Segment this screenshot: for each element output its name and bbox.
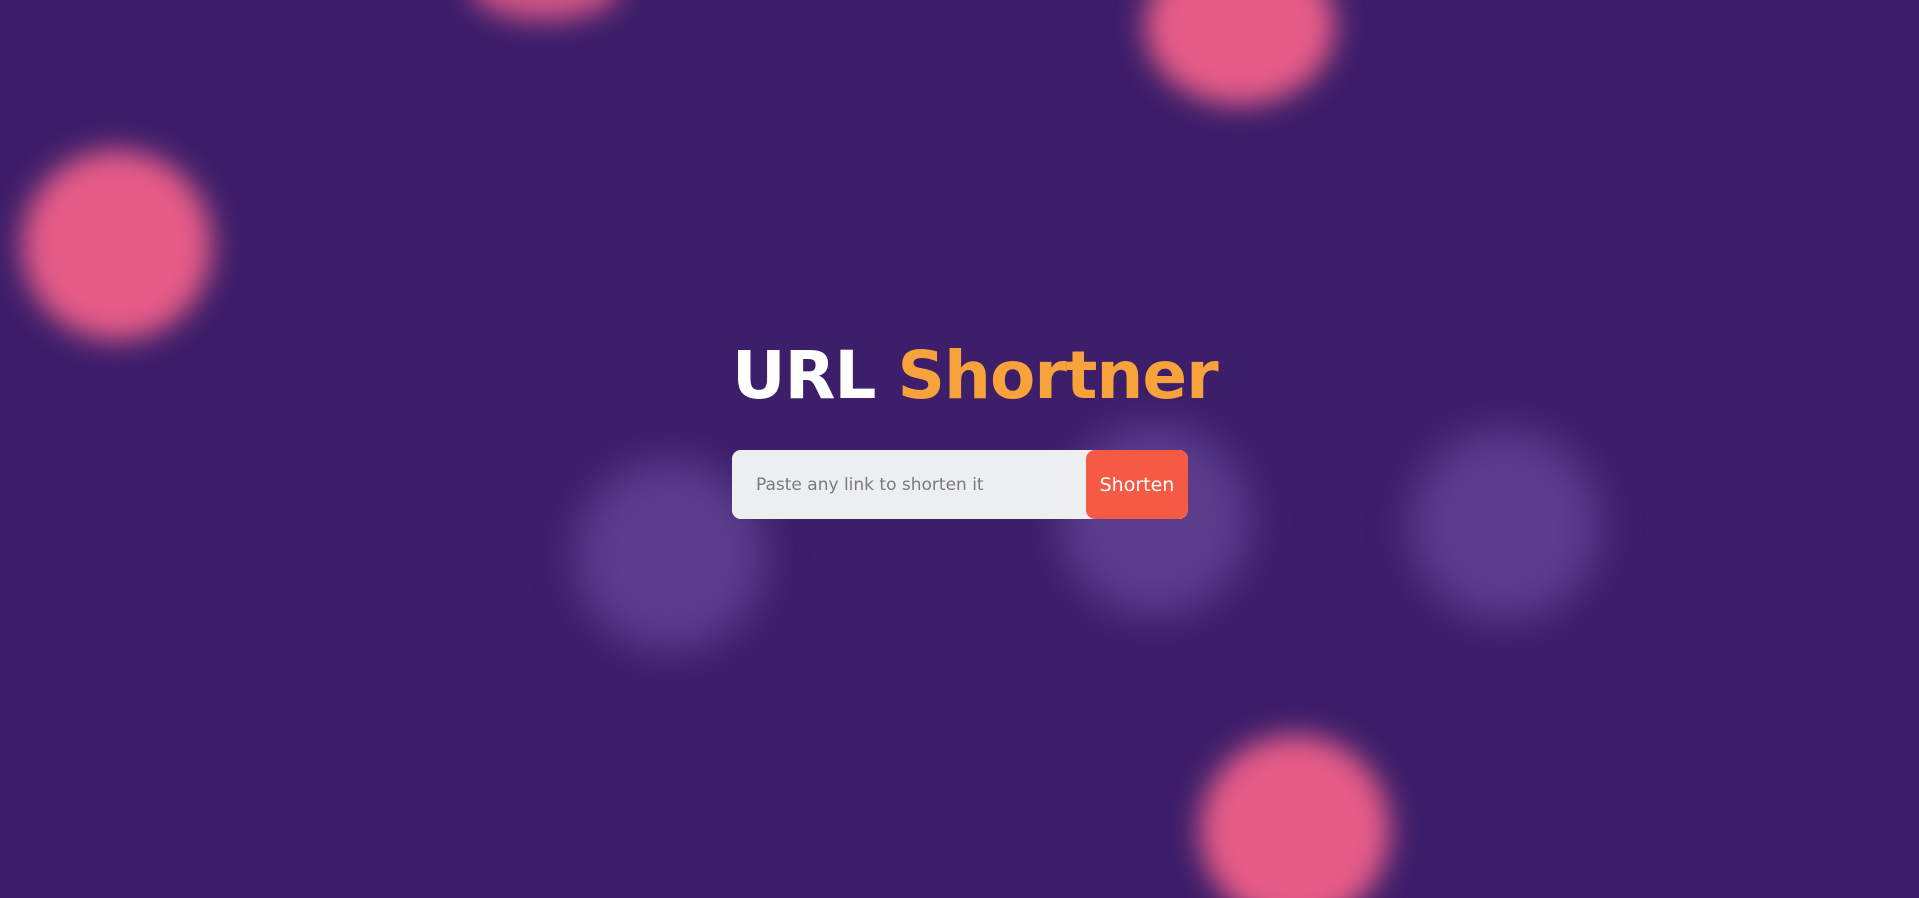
title-part-url: URL (732, 337, 876, 414)
url-input[interactable] (732, 450, 1086, 519)
title-part-shortner: Shortner (897, 337, 1218, 414)
page-background: URL Shortner Shorten (0, 0, 1919, 898)
decorative-blob (1145, 0, 1335, 105)
decorative-blob (470, 0, 620, 20)
decorative-blob (1200, 735, 1390, 898)
shortener-panel: URL Shortner Shorten (732, 335, 1219, 519)
decorative-blob (22, 150, 212, 340)
shorten-form: Shorten (732, 450, 1188, 519)
shorten-button[interactable]: Shorten (1086, 450, 1188, 519)
page-title: URL Shortner (732, 335, 1219, 417)
decorative-blob (1410, 430, 1600, 620)
